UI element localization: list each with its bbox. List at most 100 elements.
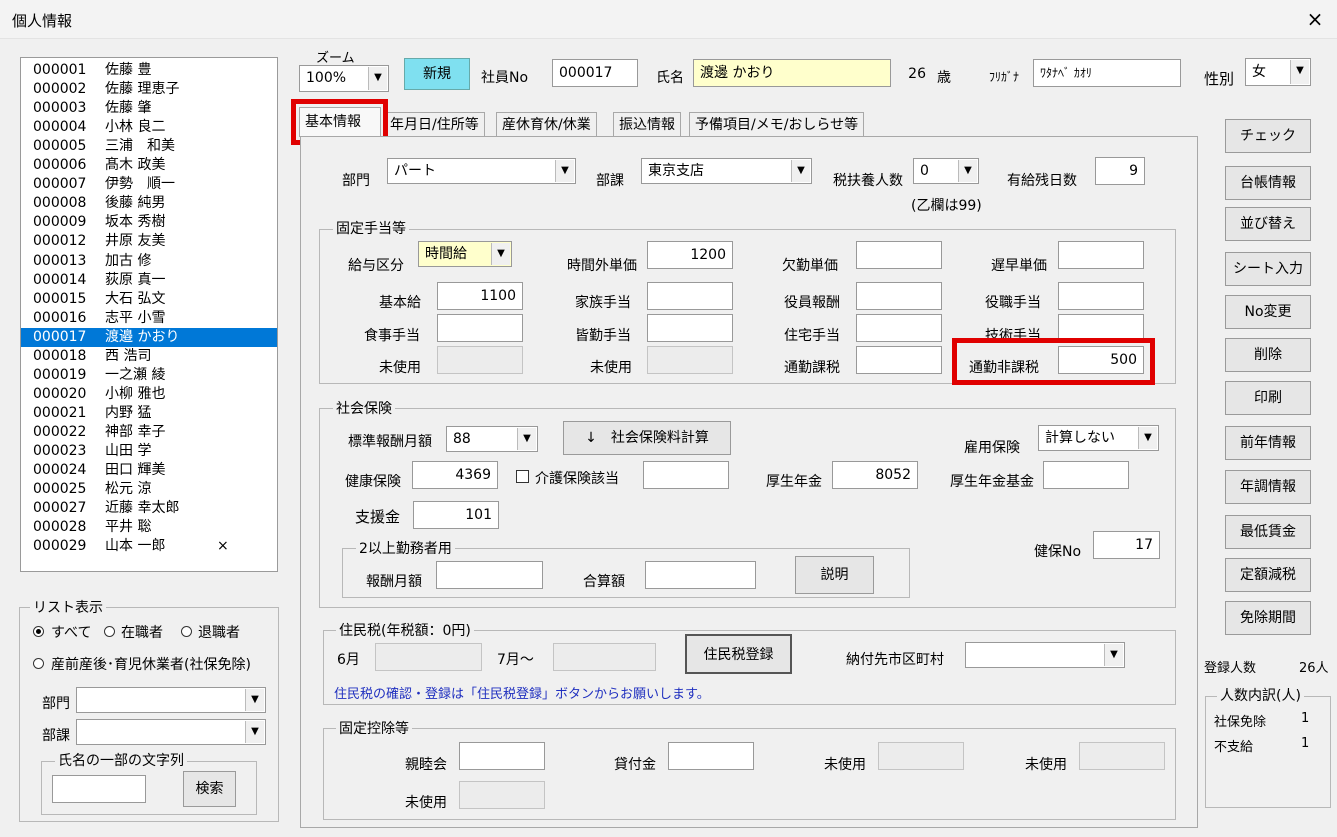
filter-dept-select[interactable]: ▼ bbox=[76, 687, 266, 713]
absence-field[interactable] bbox=[856, 241, 942, 269]
zoom-select[interactable]: 100% ▼ bbox=[299, 65, 389, 92]
city-select[interactable]: ▼ bbox=[965, 642, 1125, 668]
list-item[interactable]: 000007 伊勢 順一 bbox=[21, 175, 277, 194]
list-item[interactable]: 000013 加古 修 bbox=[21, 252, 277, 271]
list-item[interactable]: 000002 佐藤 理恵子 bbox=[21, 80, 277, 99]
care-field[interactable] bbox=[643, 461, 729, 489]
close-icon[interactable]: × bbox=[1302, 6, 1328, 32]
print-button[interactable]: 印刷 bbox=[1225, 381, 1311, 415]
employment-label: 雇用保険 bbox=[964, 440, 1020, 456]
ledger-button[interactable]: 台帳情報 bbox=[1225, 166, 1311, 200]
sort-button[interactable]: 並び替え bbox=[1225, 207, 1311, 241]
list-item[interactable]: 000028 平井 聡 bbox=[21, 518, 277, 537]
dept-select[interactable]: パート ▼ bbox=[387, 158, 576, 184]
list-item[interactable]: 000018 西 浩司 bbox=[21, 347, 277, 366]
delete-button[interactable]: 削除 bbox=[1225, 338, 1311, 372]
employment-select[interactable]: 計算しない ▼ bbox=[1038, 425, 1159, 451]
employee-no: 000006 bbox=[33, 157, 87, 174]
name-field[interactable]: 渡邊 かおり bbox=[693, 59, 891, 87]
min-wage-button[interactable]: 最低賃金 bbox=[1225, 515, 1311, 549]
list-item[interactable]: 000023 山田 学 bbox=[21, 442, 277, 461]
age-unit: 歳 bbox=[937, 70, 951, 86]
list-item[interactable]: 000019 一之瀬 綾 bbox=[21, 366, 277, 385]
position-field[interactable] bbox=[1058, 282, 1144, 310]
emp-no-field[interactable]: 000017 bbox=[552, 59, 638, 87]
list-item[interactable]: 000016 志平 小雪 bbox=[21, 309, 277, 328]
late-field[interactable] bbox=[1058, 241, 1144, 269]
employee-no: 000019 bbox=[33, 366, 87, 383]
name-search-input[interactable] bbox=[52, 775, 146, 803]
list-item[interactable]: 000017 渡邉 かおり bbox=[21, 327, 277, 347]
base-field[interactable]: 1100 bbox=[437, 282, 523, 310]
tab-transfer[interactable]: 振込情報 bbox=[613, 112, 681, 137]
year-end-button[interactable]: 年調情報 bbox=[1225, 470, 1311, 504]
explain-button[interactable]: 説明 bbox=[795, 556, 874, 594]
filter-section-select[interactable]: ▼ bbox=[76, 719, 266, 745]
list-item[interactable]: 000021 内野 猛 bbox=[21, 404, 277, 423]
list-item[interactable]: 000027 近藤 幸太郎 bbox=[21, 499, 277, 518]
list-item[interactable]: 000029 山本 一郎 × bbox=[21, 537, 277, 556]
employee-name: 佐藤 理恵子 bbox=[105, 81, 180, 98]
loan-field[interactable] bbox=[668, 742, 754, 770]
care-label: 介護保険該当 bbox=[535, 471, 619, 487]
prev-year-button[interactable]: 前年情報 bbox=[1225, 426, 1311, 460]
employee-listbox[interactable]: 000001 佐藤 豊 000002 佐藤 理恵子 000003 佐藤 肇 000004 小林… bbox=[20, 57, 278, 572]
exempt-period-button[interactable]: 免除期間 bbox=[1225, 601, 1311, 635]
meal-field[interactable] bbox=[437, 314, 523, 342]
list-item[interactable]: 000006 髙木 政美 bbox=[21, 156, 277, 175]
list-item[interactable]: 000014 荻原 真一 bbox=[21, 271, 277, 290]
list-item[interactable]: 000020 小柳 雅也 bbox=[21, 385, 277, 404]
sex-label: 性別 bbox=[1204, 70, 1235, 88]
no-change-button[interactable]: No変更 bbox=[1225, 295, 1311, 329]
paid-leave-field[interactable]: 9 bbox=[1095, 157, 1145, 185]
family-field[interactable] bbox=[647, 282, 733, 310]
std-select[interactable]: 88 ▼ bbox=[446, 426, 538, 452]
list-item[interactable]: 000003 佐藤 肇 bbox=[21, 99, 277, 118]
radio-leave[interactable] bbox=[33, 658, 44, 669]
commute-taxable-field[interactable] bbox=[856, 346, 942, 374]
sex-select[interactable]: 女 ▼ bbox=[1245, 58, 1311, 86]
resident-register-button[interactable]: 住民税登録 bbox=[685, 634, 792, 674]
list-item[interactable]: 000022 神部 幸子 bbox=[21, 423, 277, 442]
overtime-field[interactable]: 1200 bbox=[647, 241, 733, 269]
list-item[interactable]: 000025 松元 涼 bbox=[21, 480, 277, 499]
tab-leave[interactable]: 産休育休/休業 bbox=[496, 112, 597, 137]
section-select[interactable]: 東京支店 ▼ bbox=[641, 158, 812, 184]
radio-all[interactable] bbox=[33, 626, 44, 637]
new-button[interactable]: 新規 bbox=[404, 58, 470, 90]
housing-field[interactable] bbox=[856, 314, 942, 342]
fixed-tax-cut-button[interactable]: 定額減税 bbox=[1225, 558, 1311, 592]
furigana-field[interactable]: ﾜﾀﾅﾍﾞ ｶｵﾘ bbox=[1033, 59, 1181, 87]
list-item[interactable]: 000009 坂本 秀樹 bbox=[21, 213, 277, 232]
check-button[interactable]: チェック bbox=[1225, 119, 1311, 153]
list-item[interactable]: 000001 佐藤 豊 bbox=[21, 61, 277, 80]
tab-dates-address[interactable]: 年月日/住所等 bbox=[384, 112, 485, 137]
list-item[interactable]: 000015 大石 弘文 bbox=[21, 290, 277, 309]
care-checkbox[interactable] bbox=[516, 470, 529, 483]
list-item[interactable]: 000012 井原 友美 bbox=[21, 232, 277, 251]
list-item[interactable]: 000004 小林 良二 bbox=[21, 118, 277, 137]
sheet-input-button[interactable]: シート入力 bbox=[1225, 252, 1311, 286]
attendance-field[interactable] bbox=[647, 314, 733, 342]
pension-field[interactable]: 8052 bbox=[832, 461, 918, 489]
health-no-field[interactable]: 17 bbox=[1093, 531, 1160, 559]
list-item[interactable]: 000024 田口 輝美 bbox=[21, 461, 277, 480]
radio-retired[interactable] bbox=[181, 626, 192, 637]
search-button[interactable]: 検索 bbox=[183, 771, 236, 807]
fund-field[interactable] bbox=[1043, 461, 1129, 489]
total-field[interactable] bbox=[645, 561, 756, 589]
chevron-down-icon: ▼ bbox=[245, 689, 264, 711]
officer-field[interactable] bbox=[856, 282, 942, 310]
health-field[interactable]: 4369 bbox=[412, 461, 498, 489]
list-item[interactable]: 000008 後藤 純男 bbox=[21, 194, 277, 213]
dependents-select[interactable]: 0 ▼ bbox=[913, 158, 979, 184]
radio-active[interactable] bbox=[104, 626, 115, 637]
club-field[interactable] bbox=[459, 742, 545, 770]
pension-label: 厚生年金 bbox=[766, 474, 822, 490]
tab-reserve-memo[interactable]: 予備項目/メモ/おしらせ等 bbox=[689, 112, 865, 137]
pay-type-select[interactable]: 時間給 ▼ bbox=[418, 241, 512, 267]
monthly-field[interactable] bbox=[436, 561, 543, 589]
support-field[interactable]: 101 bbox=[413, 501, 499, 529]
list-item[interactable]: 000005 三浦 和美 bbox=[21, 137, 277, 156]
calc-social-button[interactable]: ↓ 社会保険料計算 bbox=[563, 421, 731, 455]
